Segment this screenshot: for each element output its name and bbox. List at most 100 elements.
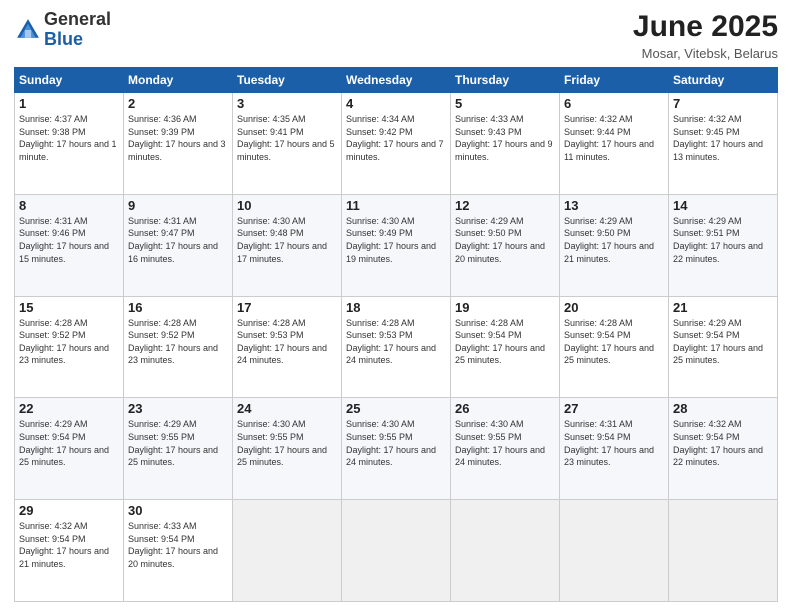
cell-info: Sunrise: 4:31 AMSunset: 9:46 PMDaylight:… [19, 215, 119, 265]
cell-info: Sunrise: 4:29 AMSunset: 9:50 PMDaylight:… [564, 215, 664, 265]
day-number: 24 [237, 401, 337, 416]
table-cell: 30 Sunrise: 4:33 AMSunset: 9:54 PMDaylig… [124, 500, 233, 602]
table-cell: 22 Sunrise: 4:29 AMSunset: 9:54 PMDaylig… [15, 398, 124, 500]
calendar-row: 1 Sunrise: 4:37 AMSunset: 9:38 PMDayligh… [15, 93, 778, 195]
cell-info: Sunrise: 4:36 AMSunset: 9:39 PMDaylight:… [128, 113, 228, 163]
day-number: 25 [346, 401, 446, 416]
table-cell: 9 Sunrise: 4:31 AMSunset: 9:47 PMDayligh… [124, 194, 233, 296]
table-cell: 19 Sunrise: 4:28 AMSunset: 9:54 PMDaylig… [451, 296, 560, 398]
day-number: 14 [673, 198, 773, 213]
cell-info: Sunrise: 4:29 AMSunset: 9:55 PMDaylight:… [128, 418, 228, 468]
day-number: 26 [455, 401, 555, 416]
table-cell: 12 Sunrise: 4:29 AMSunset: 9:50 PMDaylig… [451, 194, 560, 296]
cell-info: Sunrise: 4:28 AMSunset: 9:52 PMDaylight:… [19, 317, 119, 367]
location: Mosar, Vitebsk, Belarus [633, 46, 778, 61]
cell-info: Sunrise: 4:34 AMSunset: 9:42 PMDaylight:… [346, 113, 446, 163]
cell-info: Sunrise: 4:30 AMSunset: 9:55 PMDaylight:… [346, 418, 446, 468]
cell-info: Sunrise: 4:28 AMSunset: 9:53 PMDaylight:… [346, 317, 446, 367]
day-number: 17 [237, 300, 337, 315]
table-cell [233, 500, 342, 602]
day-number: 6 [564, 96, 664, 111]
day-number: 20 [564, 300, 664, 315]
day-number: 22 [19, 401, 119, 416]
day-number: 10 [237, 198, 337, 213]
table-cell: 26 Sunrise: 4:30 AMSunset: 9:55 PMDaylig… [451, 398, 560, 500]
cell-info: Sunrise: 4:29 AMSunset: 9:54 PMDaylight:… [19, 418, 119, 468]
table-cell: 13 Sunrise: 4:29 AMSunset: 9:50 PMDaylig… [560, 194, 669, 296]
cell-info: Sunrise: 4:31 AMSunset: 9:47 PMDaylight:… [128, 215, 228, 265]
cell-info: Sunrise: 4:28 AMSunset: 9:52 PMDaylight:… [128, 317, 228, 367]
cell-info: Sunrise: 4:32 AMSunset: 9:54 PMDaylight:… [673, 418, 773, 468]
col-wednesday: Wednesday [342, 68, 451, 93]
cell-info: Sunrise: 4:30 AMSunset: 9:55 PMDaylight:… [455, 418, 555, 468]
table-cell: 10 Sunrise: 4:30 AMSunset: 9:48 PMDaylig… [233, 194, 342, 296]
cell-info: Sunrise: 4:33 AMSunset: 9:43 PMDaylight:… [455, 113, 555, 163]
day-number: 2 [128, 96, 228, 111]
table-cell: 20 Sunrise: 4:28 AMSunset: 9:54 PMDaylig… [560, 296, 669, 398]
month-title: June 2025 [633, 10, 778, 44]
cell-info: Sunrise: 4:30 AMSunset: 9:48 PMDaylight:… [237, 215, 337, 265]
table-cell: 21 Sunrise: 4:29 AMSunset: 9:54 PMDaylig… [669, 296, 778, 398]
cell-info: Sunrise: 4:35 AMSunset: 9:41 PMDaylight:… [237, 113, 337, 163]
table-cell: 17 Sunrise: 4:28 AMSunset: 9:53 PMDaylig… [233, 296, 342, 398]
table-cell: 1 Sunrise: 4:37 AMSunset: 9:38 PMDayligh… [15, 93, 124, 195]
day-number: 21 [673, 300, 773, 315]
day-number: 13 [564, 198, 664, 213]
day-number: 11 [346, 198, 446, 213]
table-cell: 14 Sunrise: 4:29 AMSunset: 9:51 PMDaylig… [669, 194, 778, 296]
calendar-header-row: Sunday Monday Tuesday Wednesday Thursday… [15, 68, 778, 93]
col-sunday: Sunday [15, 68, 124, 93]
cell-info: Sunrise: 4:28 AMSunset: 9:54 PMDaylight:… [455, 317, 555, 367]
cell-info: Sunrise: 4:32 AMSunset: 9:45 PMDaylight:… [673, 113, 773, 163]
cell-info: Sunrise: 4:28 AMSunset: 9:53 PMDaylight:… [237, 317, 337, 367]
table-cell: 24 Sunrise: 4:30 AMSunset: 9:55 PMDaylig… [233, 398, 342, 500]
day-number: 4 [346, 96, 446, 111]
table-cell: 2 Sunrise: 4:36 AMSunset: 9:39 PMDayligh… [124, 93, 233, 195]
col-saturday: Saturday [669, 68, 778, 93]
table-cell [560, 500, 669, 602]
day-number: 9 [128, 198, 228, 213]
generalblue-logo-icon [14, 16, 42, 44]
day-number: 30 [128, 503, 228, 518]
table-cell: 27 Sunrise: 4:31 AMSunset: 9:54 PMDaylig… [560, 398, 669, 500]
col-tuesday: Tuesday [233, 68, 342, 93]
cell-info: Sunrise: 4:29 AMSunset: 9:50 PMDaylight:… [455, 215, 555, 265]
day-number: 12 [455, 198, 555, 213]
cell-info: Sunrise: 4:31 AMSunset: 9:54 PMDaylight:… [564, 418, 664, 468]
table-cell: 6 Sunrise: 4:32 AMSunset: 9:44 PMDayligh… [560, 93, 669, 195]
calendar-row: 22 Sunrise: 4:29 AMSunset: 9:54 PMDaylig… [15, 398, 778, 500]
logo-blue: Blue [44, 29, 83, 49]
col-thursday: Thursday [451, 68, 560, 93]
cell-info: Sunrise: 4:32 AMSunset: 9:44 PMDaylight:… [564, 113, 664, 163]
day-number: 8 [19, 198, 119, 213]
cell-info: Sunrise: 4:29 AMSunset: 9:51 PMDaylight:… [673, 215, 773, 265]
table-cell: 25 Sunrise: 4:30 AMSunset: 9:55 PMDaylig… [342, 398, 451, 500]
title-block: June 2025 Mosar, Vitebsk, Belarus [633, 10, 778, 61]
day-number: 29 [19, 503, 119, 518]
col-friday: Friday [560, 68, 669, 93]
cell-info: Sunrise: 4:32 AMSunset: 9:54 PMDaylight:… [19, 520, 119, 570]
calendar-row: 8 Sunrise: 4:31 AMSunset: 9:46 PMDayligh… [15, 194, 778, 296]
table-cell: 8 Sunrise: 4:31 AMSunset: 9:46 PMDayligh… [15, 194, 124, 296]
day-number: 7 [673, 96, 773, 111]
table-cell [669, 500, 778, 602]
table-cell: 3 Sunrise: 4:35 AMSunset: 9:41 PMDayligh… [233, 93, 342, 195]
calendar: Sunday Monday Tuesday Wednesday Thursday… [14, 67, 778, 602]
day-number: 28 [673, 401, 773, 416]
cell-info: Sunrise: 4:37 AMSunset: 9:38 PMDaylight:… [19, 113, 119, 163]
day-number: 1 [19, 96, 119, 111]
day-number: 18 [346, 300, 446, 315]
logo-text: General Blue [44, 10, 111, 50]
table-cell: 28 Sunrise: 4:32 AMSunset: 9:54 PMDaylig… [669, 398, 778, 500]
table-cell: 11 Sunrise: 4:30 AMSunset: 9:49 PMDaylig… [342, 194, 451, 296]
day-number: 23 [128, 401, 228, 416]
day-number: 27 [564, 401, 664, 416]
table-cell: 29 Sunrise: 4:32 AMSunset: 9:54 PMDaylig… [15, 500, 124, 602]
cell-info: Sunrise: 4:33 AMSunset: 9:54 PMDaylight:… [128, 520, 228, 570]
cell-info: Sunrise: 4:30 AMSunset: 9:49 PMDaylight:… [346, 215, 446, 265]
table-cell: 16 Sunrise: 4:28 AMSunset: 9:52 PMDaylig… [124, 296, 233, 398]
cell-info: Sunrise: 4:29 AMSunset: 9:54 PMDaylight:… [673, 317, 773, 367]
cell-info: Sunrise: 4:28 AMSunset: 9:54 PMDaylight:… [564, 317, 664, 367]
day-number: 5 [455, 96, 555, 111]
day-number: 19 [455, 300, 555, 315]
